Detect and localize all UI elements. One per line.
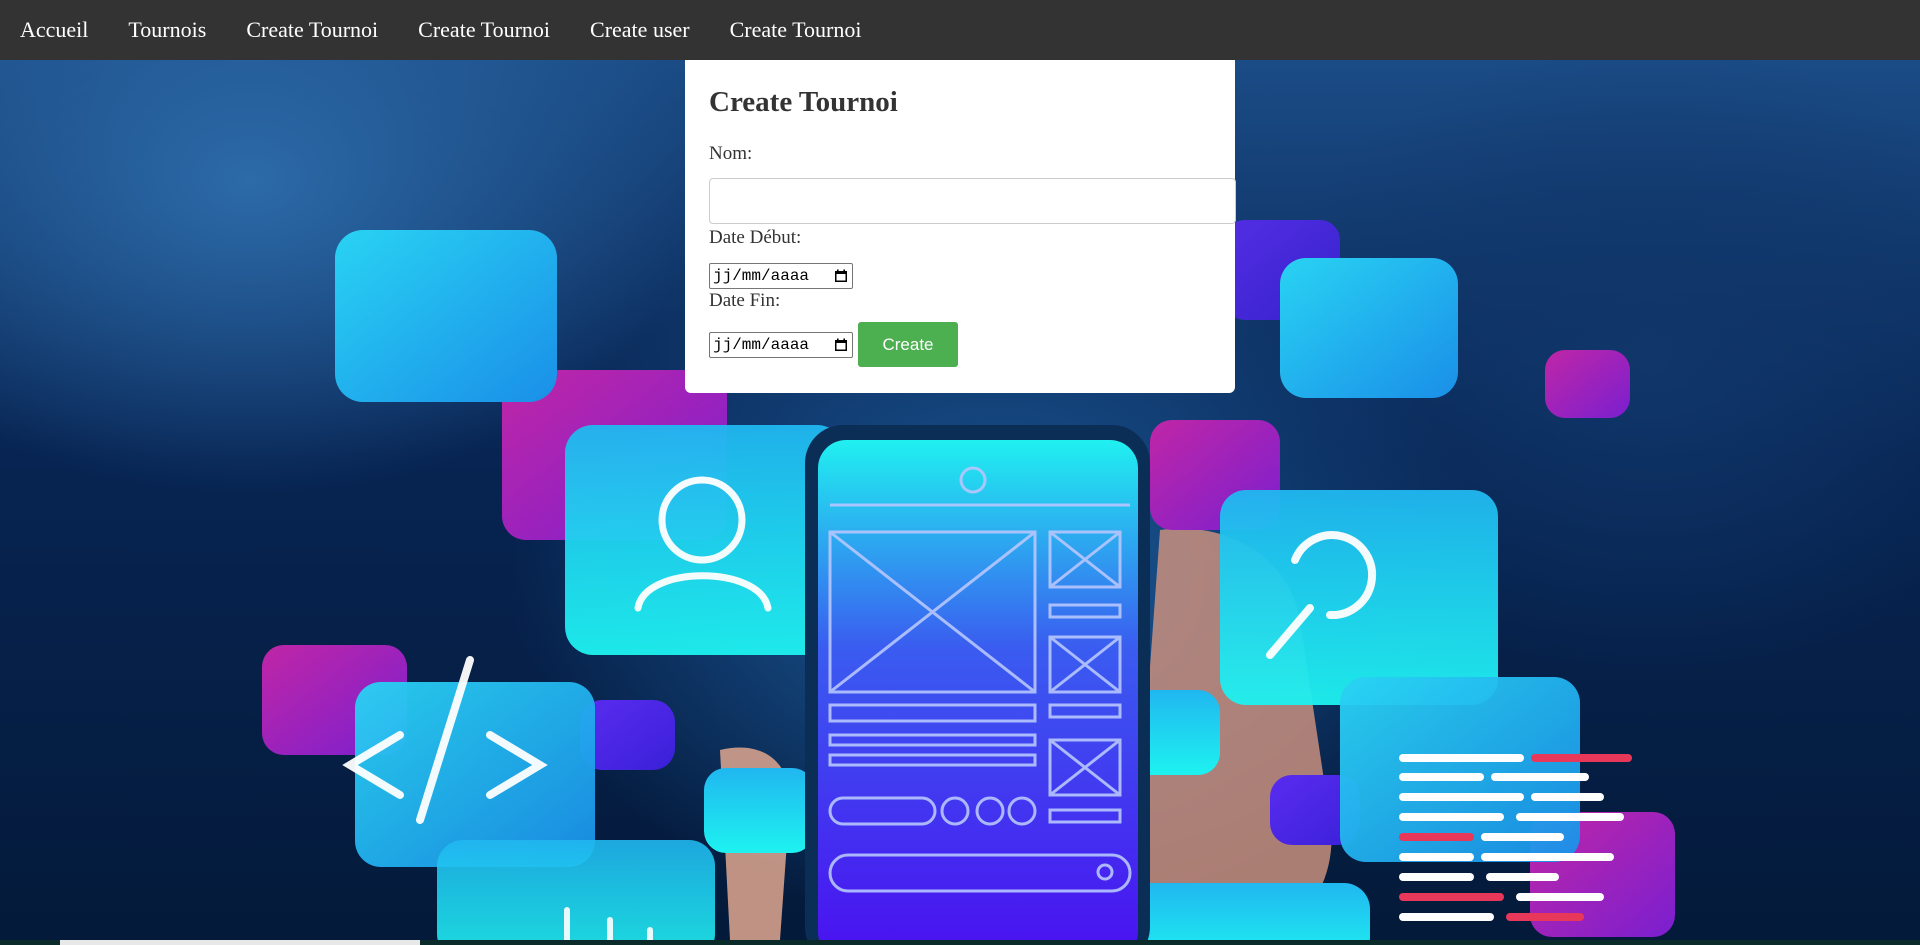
nom-label: Nom: xyxy=(709,143,753,164)
date-fin-label: Date Fin: xyxy=(709,290,781,311)
nav-link-tournois[interactable]: Tournois xyxy=(108,0,226,60)
nav-link-create-tournoi-2[interactable]: Create Tournoi xyxy=(398,0,570,60)
nom-input[interactable] xyxy=(709,178,1236,224)
nav-link-accueil[interactable]: Accueil xyxy=(0,0,108,60)
date-fin-row: jj/mm/aaaa Create xyxy=(709,322,1211,367)
nav-link-create-user[interactable]: Create user xyxy=(570,0,710,60)
page: Accueil Tournois Create Tournoi Create T… xyxy=(0,0,1920,945)
bottom-strip-highlight xyxy=(60,940,420,945)
nav-link-create-tournoi-1[interactable]: Create Tournoi xyxy=(226,0,398,60)
create-button[interactable]: Create xyxy=(858,322,958,367)
top-navbar: Accueil Tournois Create Tournoi Create T… xyxy=(0,0,1920,60)
date-debut-row: jj/mm/aaaa xyxy=(709,263,1211,289)
calendar-icon[interactable] xyxy=(834,338,848,352)
nav-link-create-tournoi-3[interactable]: Create Tournoi xyxy=(710,0,882,60)
calendar-icon[interactable] xyxy=(834,269,848,283)
form-title: Create Tournoi xyxy=(709,86,898,118)
date-debut-placeholder: jj/mm/aaaa xyxy=(713,267,810,285)
date-fin-input[interactable]: jj/mm/aaaa xyxy=(709,331,853,358)
date-debut-input[interactable]: jj/mm/aaaa xyxy=(709,263,853,289)
date-debut-label: Date Début: xyxy=(709,227,802,248)
create-tournoi-form: Create Tournoi Nom: Date Début: jj/mm/aa… xyxy=(685,60,1236,393)
date-fin-placeholder: jj/mm/aaaa xyxy=(713,335,810,354)
